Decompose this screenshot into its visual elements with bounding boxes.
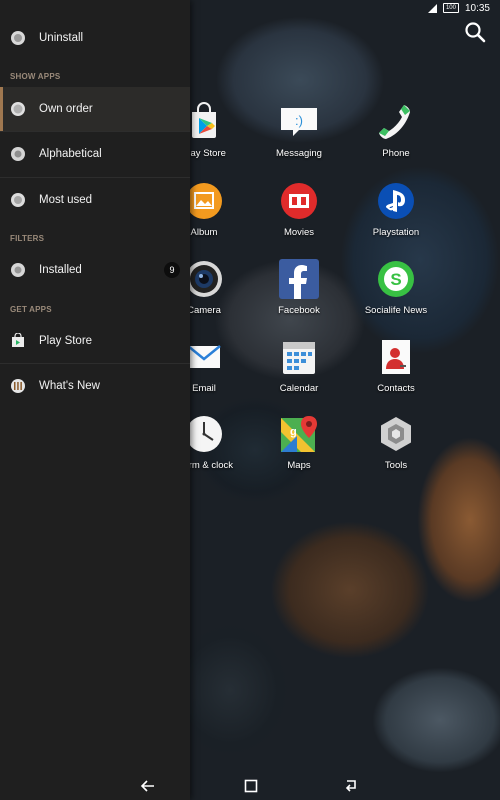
- app-tools[interactable]: Tools: [341, 414, 451, 471]
- app-label: Movies: [283, 227, 315, 238]
- app-label: Maps: [287, 460, 311, 471]
- section-header-get-apps: GET APPS: [10, 305, 52, 314]
- navigation-bar: [0, 772, 500, 800]
- app-label: Calendar: [279, 383, 319, 394]
- app-maps[interactable]: g Maps: [244, 414, 354, 471]
- playstation-icon: [376, 181, 416, 221]
- drawer-item-label: What's New: [39, 380, 100, 392]
- socialife-icon: S: [376, 259, 416, 299]
- clock-time: 10:35: [464, 2, 490, 14]
- battery-icon: 100: [442, 3, 459, 13]
- app-contacts[interactable]: Contacts: [341, 337, 451, 394]
- app-label: Messaging: [276, 148, 322, 159]
- app-messaging[interactable]: :) Messaging: [244, 102, 354, 159]
- home-icon[interactable]: [243, 778, 259, 794]
- app-playstation[interactable]: Playstation: [341, 181, 451, 238]
- installed-count-badge: 9: [164, 262, 180, 278]
- app-phone[interactable]: Phone: [341, 102, 451, 159]
- email-icon: [184, 337, 224, 377]
- messaging-icon: :): [279, 102, 319, 142]
- drawer-item-most-used[interactable]: Most used: [0, 178, 190, 222]
- app-label: Phone: [382, 148, 410, 159]
- album-icon: [184, 181, 224, 221]
- app-facebook[interactable]: Facebook: [244, 259, 354, 316]
- drawer-item-whats-new[interactable]: What's New: [0, 364, 190, 408]
- drawer-item-play-store[interactable]: Play Store: [0, 319, 190, 363]
- app-socialife-news[interactable]: S Socialife News: [341, 259, 451, 316]
- whats-new-icon: [11, 379, 25, 393]
- most-used-icon: [11, 193, 25, 207]
- facebook-icon: [279, 259, 319, 299]
- section-header-show-apps: SHOW APPS: [10, 72, 61, 81]
- drawer-item-label: Own order: [39, 103, 93, 115]
- search-icon[interactable]: [464, 21, 486, 43]
- section-header-filters: FILTERS: [10, 234, 45, 243]
- app-calendar[interactable]: Calendar: [244, 337, 354, 394]
- contacts-icon: [376, 337, 416, 377]
- app-label: Tools: [384, 460, 408, 471]
- drawer-item-uninstall[interactable]: Uninstall: [0, 16, 190, 60]
- recent-apps-icon[interactable]: [343, 778, 359, 794]
- drawer-item-label: Alphabetical: [39, 148, 102, 160]
- maps-icon: g: [279, 414, 319, 454]
- svg-text::): :): [295, 113, 303, 128]
- camera-icon: [184, 259, 224, 299]
- tools-icon: [376, 414, 416, 454]
- uninstall-icon: [11, 31, 25, 45]
- movies-icon: [279, 181, 319, 221]
- status-bar: 100 10:35: [190, 0, 500, 16]
- app-label: Facebook: [278, 305, 320, 316]
- svg-text:g: g: [290, 426, 297, 438]
- clock-icon: [184, 414, 224, 454]
- play-store-icon: [184, 102, 224, 142]
- drawer-item-label: Uninstall: [39, 32, 84, 44]
- app-label: Socialife News: [364, 305, 428, 316]
- app-movies[interactable]: Movies: [244, 181, 354, 238]
- navigation-drawer: Uninstall SHOW APPS Own order Alphabetic…: [0, 0, 190, 800]
- app-label: Contacts: [377, 383, 415, 394]
- calendar-icon: [279, 337, 319, 377]
- drawer-item-installed[interactable]: Installed 9: [0, 248, 190, 292]
- signal-icon: [427, 3, 437, 13]
- svg-text:S: S: [390, 270, 401, 289]
- play-store-icon: [12, 333, 24, 347]
- drawer-item-label: Most used: [39, 194, 93, 206]
- drawer-item-own-order[interactable]: Own order: [0, 87, 190, 131]
- alphabetical-icon: [11, 147, 25, 161]
- drawer-item-label: Play Store: [39, 335, 93, 347]
- installed-icon: [11, 263, 25, 277]
- own-order-icon: [11, 102, 25, 116]
- drawer-item-label: Installed: [39, 264, 82, 276]
- app-label: Playstation: [372, 227, 420, 238]
- phone-icon: [376, 102, 416, 142]
- drawer-item-alphabetical[interactable]: Alphabetical: [0, 132, 190, 176]
- back-icon[interactable]: [140, 778, 156, 794]
